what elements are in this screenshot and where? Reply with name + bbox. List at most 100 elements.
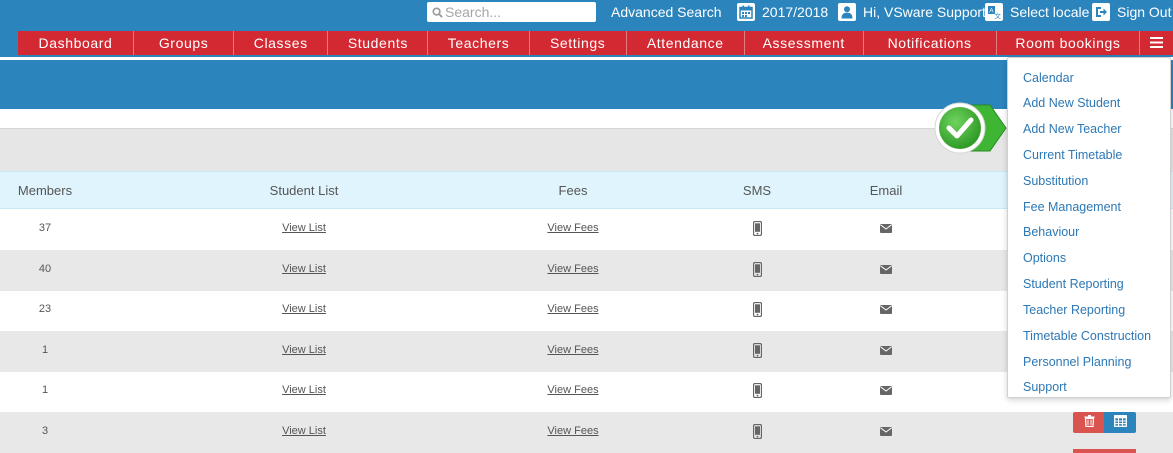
menu-item-calendar[interactable]: Calendar [1023, 71, 1074, 85]
view-fees-link[interactable]: View Fees [547, 303, 598, 315]
nav-item-notifications[interactable]: Notifications [864, 31, 997, 55]
user-icon [838, 3, 856, 21]
email-cell [856, 250, 916, 291]
select-locale-link[interactable]: A文 Select locale [985, 3, 1089, 21]
view-fees-link[interactable]: View Fees [547, 344, 598, 356]
nav-item-label: Settings [549, 35, 606, 51]
nav-item-teachers[interactable]: Teachers [428, 31, 530, 55]
members-count: 37 [38, 222, 52, 234]
nav-item-classes[interactable]: Classes [234, 31, 329, 55]
column-header-fees[interactable]: Fees [518, 172, 628, 209]
nav-item-assessment[interactable]: Assessment [745, 31, 864, 55]
menu-item-current-timetable[interactable]: Current Timetable [1023, 148, 1122, 162]
advanced-search-label: Advanced Search [611, 4, 722, 20]
mobile-phone-icon[interactable] [752, 382, 762, 398]
search-box[interactable] [427, 2, 596, 22]
view-list-link[interactable]: View List [282, 384, 326, 396]
search-icon [431, 6, 443, 18]
fees-cell: View Fees [518, 290, 628, 331]
column-header-student-list[interactable]: Student List [244, 172, 364, 209]
nav-item-groups[interactable]: Groups [134, 31, 235, 55]
members-count: 1 [41, 384, 49, 396]
menu-item-add-new-student[interactable]: Add New Student [1023, 96, 1120, 110]
sms-cell [727, 290, 787, 331]
table-row: 1 View List View Fees [0, 371, 1173, 412]
fees-cell: View Fees [518, 371, 628, 412]
nav-item-label: Students [347, 35, 408, 51]
nav-item-label: Groups [158, 35, 209, 51]
fees-cell: View Fees [518, 331, 628, 372]
sign-out-icon [1092, 3, 1110, 21]
envelope-icon[interactable] [880, 344, 892, 356]
search-input[interactable] [445, 4, 590, 20]
sign-out-link[interactable]: Sign Out [1092, 3, 1171, 21]
menu-item-options[interactable]: Options [1023, 251, 1066, 265]
mobile-phone-icon[interactable] [752, 423, 762, 439]
nav-item-attendance[interactable]: Attendance [627, 31, 745, 55]
members-count: 40 [38, 263, 52, 275]
sign-out-label: Sign Out [1117, 4, 1172, 20]
view-fees-link[interactable]: View Fees [547, 384, 598, 396]
email-cell [856, 290, 916, 331]
next-row-delete-button[interactable] [1073, 449, 1136, 453]
menu-item-student-reporting[interactable]: Student Reporting [1023, 277, 1124, 291]
view-list-link[interactable]: View List [282, 222, 326, 234]
academic-year-selector[interactable]: 2017/2018 [737, 3, 828, 21]
nav-item-dashboard[interactable]: Dashboard [18, 31, 134, 55]
view-fees-link[interactable]: View Fees [547, 263, 598, 275]
table-row: 1 View List View Fees [0, 331, 1173, 372]
view-list-link[interactable]: View List [282, 344, 326, 356]
envelope-icon[interactable] [880, 384, 892, 396]
nav-item-students[interactable]: Students [328, 31, 429, 55]
nav-item-settings[interactable]: Settings [530, 31, 627, 55]
menu-item-add-new-teacher[interactable]: Add New Teacher [1023, 122, 1121, 136]
mobile-phone-icon[interactable] [752, 301, 762, 317]
table-row: 23 View List View Fees [0, 290, 1173, 331]
menu-item-timetable-construction[interactable]: Timetable Construction [1023, 329, 1151, 343]
sms-cell [727, 209, 787, 250]
view-list-link[interactable]: View List [282, 303, 326, 315]
top-bar: Advanced Search 2017/2018 Hi, VSware Sup… [0, 0, 1173, 57]
menu-item-behaviour[interactable]: Behaviour [1023, 225, 1079, 239]
column-header-sms[interactable]: SMS [727, 172, 787, 209]
view-fees-link[interactable]: View Fees [547, 222, 598, 234]
nav-item-room-bookings[interactable]: Room bookings [997, 31, 1141, 55]
view-list-link[interactable]: View List [282, 263, 326, 275]
envelope-icon[interactable] [880, 303, 892, 315]
student-list-cell: View List [244, 331, 364, 372]
calendar-icon [737, 3, 755, 21]
mobile-phone-icon[interactable] [752, 220, 762, 236]
view-fees-link[interactable]: View Fees [547, 425, 598, 437]
checkmark-callout-icon [930, 99, 1010, 157]
hamburger-icon [1150, 35, 1164, 51]
mobile-phone-icon[interactable] [752, 261, 762, 277]
view-list-link[interactable]: View List [282, 425, 326, 437]
sms-cell [727, 412, 787, 453]
advanced-search-link[interactable]: Advanced Search [611, 3, 722, 21]
menu-item-teacher-reporting[interactable]: Teacher Reporting [1023, 303, 1125, 317]
menu-item-substitution[interactable]: Substitution [1023, 174, 1088, 188]
fees-cell: View Fees [518, 412, 628, 453]
mobile-phone-icon[interactable] [752, 342, 762, 358]
nav-item-label: Classes [253, 35, 308, 51]
menu-item-fee-management[interactable]: Fee Management [1023, 200, 1121, 214]
app-root: Advanced Search 2017/2018 Hi, VSware Sup… [0, 0, 1173, 453]
menu-item-support[interactable]: Support [1023, 380, 1067, 394]
user-menu[interactable]: Hi, VSware Support [838, 3, 986, 21]
student-list-cell: View List [244, 371, 364, 412]
column-header-email[interactable]: Email [856, 172, 916, 209]
email-cell [856, 412, 916, 453]
envelope-icon[interactable] [880, 263, 892, 275]
column-header-members[interactable]: Members [0, 172, 90, 209]
nav-item-label: Notifications [887, 35, 972, 51]
menu-item-personnel-planning[interactable]: Personnel Planning [1023, 355, 1131, 369]
student-list-cell: View List [244, 290, 364, 331]
schedule-button[interactable] [1104, 412, 1136, 433]
envelope-icon[interactable] [880, 222, 892, 234]
envelope-icon[interactable] [880, 425, 892, 437]
members-count: 3 [41, 425, 49, 437]
delete-button[interactable] [1073, 412, 1105, 433]
user-greeting: Hi, VSware Support [863, 4, 986, 20]
nav-more-button[interactable] [1140, 31, 1173, 55]
nav-item-label: Teachers [447, 35, 510, 51]
